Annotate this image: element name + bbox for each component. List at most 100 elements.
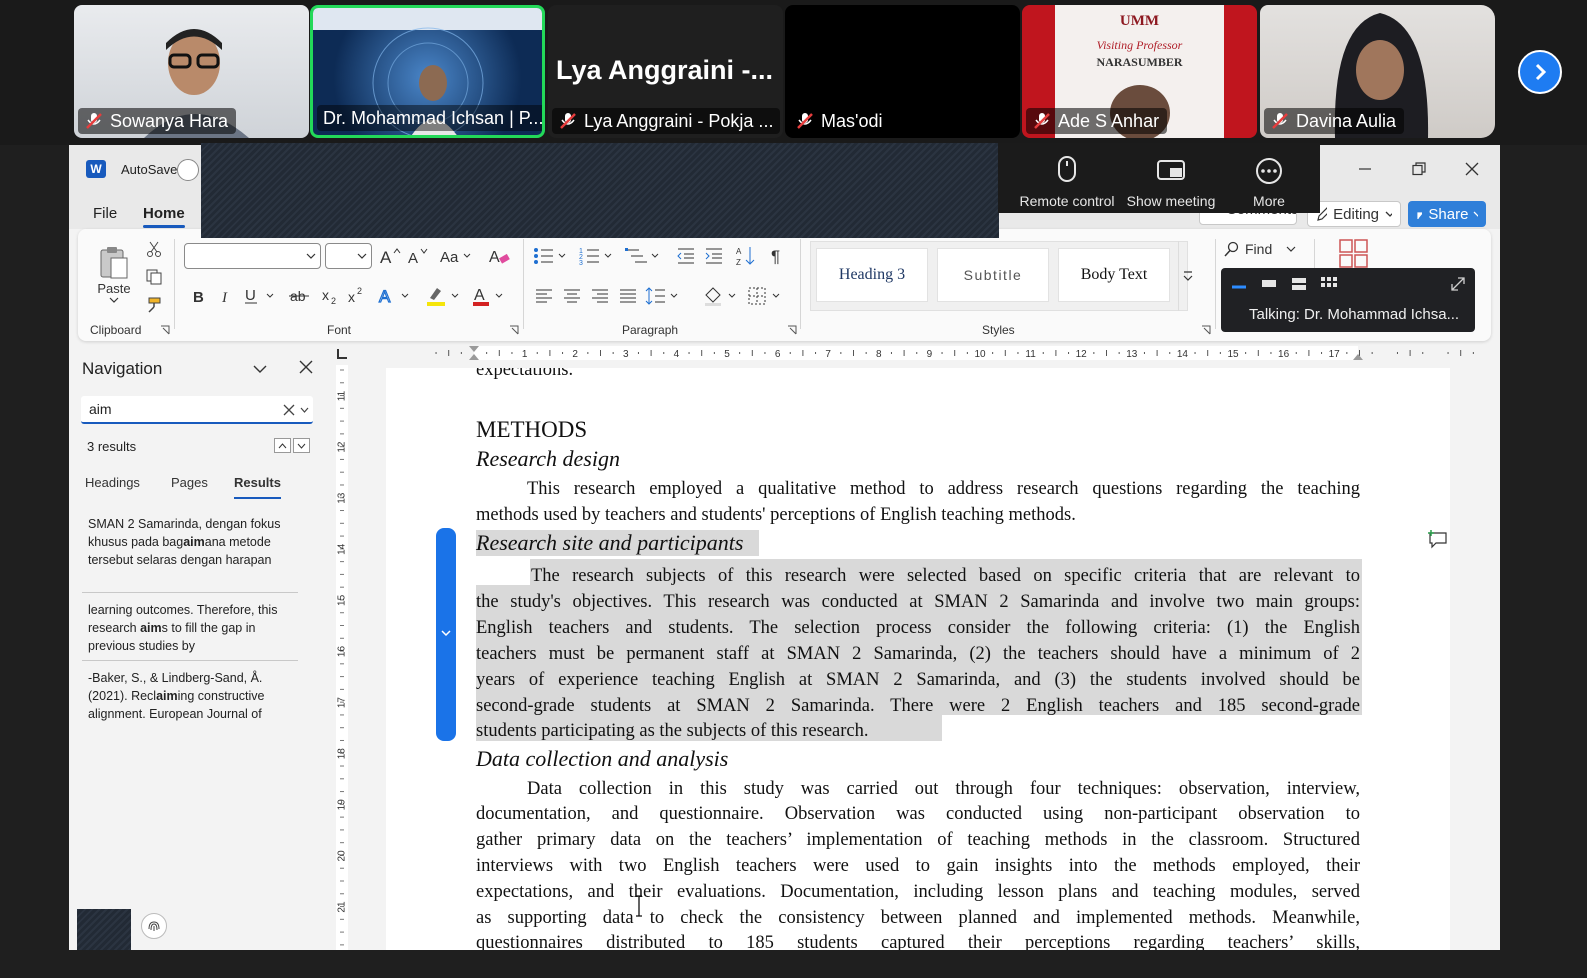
font-name-combobox[interactable] xyxy=(184,243,321,269)
bullets-button[interactable] xyxy=(532,243,570,269)
italic-button[interactable]: I xyxy=(216,285,238,307)
show-meeting-icon xyxy=(1157,160,1185,180)
justify-icon xyxy=(620,289,636,303)
numbering-button[interactable]: 123 xyxy=(578,243,616,269)
text-effects-button[interactable]: A xyxy=(376,285,414,307)
borders-button[interactable] xyxy=(746,285,784,307)
align-left-button[interactable] xyxy=(532,285,556,307)
highlight-color-button[interactable] xyxy=(424,285,464,307)
tab-selector[interactable] xyxy=(337,349,347,359)
participant-strip: Sowanya Hara Dr. Mohammad Ichsan | P... … xyxy=(0,0,1587,145)
chevron-down-icon[interactable] xyxy=(300,406,309,414)
tab-file[interactable]: File xyxy=(93,205,117,222)
find-button[interactable]: Find xyxy=(1224,237,1304,261)
addins-button[interactable] xyxy=(1336,239,1372,269)
speaker-view-icon[interactable] xyxy=(1289,276,1309,292)
participant-tile-active-speaker[interactable]: Dr. Mohammad Ichsan | P... xyxy=(310,5,545,138)
tab-home[interactable]: Home xyxy=(143,205,185,228)
search-result-item[interactable]: learning outcomes. Therefore, this resea… xyxy=(88,601,298,655)
new-comment-icon[interactable] xyxy=(1427,529,1449,549)
cut-button[interactable] xyxy=(144,239,164,259)
line-spacing-button[interactable] xyxy=(644,285,682,307)
more-button[interactable]: More xyxy=(1234,143,1304,213)
dialog-launcher-icon[interactable] xyxy=(160,325,170,335)
more-icon xyxy=(1256,158,1282,184)
format-painter-button[interactable] xyxy=(144,295,164,315)
show-formatting-marks-button[interactable]: ¶ xyxy=(766,243,790,269)
muted-mic-icon xyxy=(1272,113,1288,129)
gallery-view-icon[interactable] xyxy=(1319,275,1339,293)
body-text-line: Data collection in this study was carrie… xyxy=(527,779,1360,799)
superscript-button[interactable]: x2 xyxy=(346,285,368,307)
nav-tab-results[interactable]: Results xyxy=(234,475,281,499)
shrink-font-button[interactable]: A xyxy=(406,243,430,269)
bold-button[interactable]: B xyxy=(188,285,210,307)
participant-tile[interactable]: Lya Anggraini -... Lya Anggraini - Pokja… xyxy=(548,5,783,138)
minimize-video-icon[interactable] xyxy=(1229,276,1249,290)
show-meeting-button[interactable]: Show meeting xyxy=(1122,143,1220,213)
align-center-button[interactable] xyxy=(560,285,584,307)
ruler-label: 14 xyxy=(337,543,348,555)
navigation-search-input[interactable]: aim xyxy=(81,396,313,424)
search-result-item[interactable]: SMAN 2 Samarinda, dengan fokus khusus pa… xyxy=(88,515,298,569)
font-size-combobox[interactable] xyxy=(325,243,372,269)
copy-button[interactable] xyxy=(144,267,164,287)
chevron-down-icon[interactable] xyxy=(252,363,268,375)
clear-search-icon[interactable] xyxy=(283,404,295,416)
change-case-button[interactable]: Aa xyxy=(438,243,474,269)
grow-font-button[interactable]: A xyxy=(378,243,402,269)
sort-button[interactable]: AZ xyxy=(734,243,758,269)
ruler-label: 15 xyxy=(337,594,348,606)
shading-button[interactable] xyxy=(702,285,740,307)
nav-tab-pages[interactable]: Pages xyxy=(171,475,208,490)
previous-result-button[interactable] xyxy=(274,438,291,453)
close-window-button[interactable] xyxy=(1457,157,1487,181)
document-page[interactable]: expectations. METHODS Research design Th… xyxy=(386,368,1450,950)
justify-button[interactable] xyxy=(616,285,640,307)
participant-tile[interactable]: Mas'odi xyxy=(785,5,1020,138)
align-right-button[interactable] xyxy=(588,285,612,307)
next-result-button[interactable] xyxy=(293,438,310,453)
editing-mode-button[interactable]: Editing xyxy=(1307,201,1401,227)
autosave-toggle[interactable] xyxy=(177,159,199,181)
restore-button[interactable] xyxy=(1404,157,1434,181)
superscript-icon: x2 xyxy=(348,286,362,305)
participant-tile[interactable]: Sowanya Hara xyxy=(74,5,309,138)
dialog-launcher-icon[interactable] xyxy=(787,325,797,335)
text-cursor-icon xyxy=(636,895,642,917)
share-button[interactable]: Share xyxy=(1408,201,1486,227)
paste-button[interactable]: Paste xyxy=(92,239,136,309)
minimize-icon xyxy=(1359,168,1371,170)
style-body-text[interactable]: Body Text xyxy=(1058,248,1170,302)
participant-tile[interactable]: Davina Aulia xyxy=(1260,5,1495,138)
group-separator xyxy=(523,239,524,329)
svg-text:A: A xyxy=(379,287,391,306)
font-color-button[interactable]: A xyxy=(470,285,510,307)
clear-formatting-button[interactable]: A xyxy=(486,243,512,269)
hide-video-icon[interactable] xyxy=(1259,276,1279,290)
multilevel-list-button[interactable] xyxy=(624,243,662,269)
expand-icon[interactable] xyxy=(1449,275,1467,293)
minimize-button[interactable] xyxy=(1350,157,1380,181)
collapse-handle[interactable] xyxy=(436,528,456,741)
svg-text:A: A xyxy=(380,248,392,266)
increase-indent-button[interactable] xyxy=(702,243,726,269)
style-subtitle[interactable]: Subtitle xyxy=(937,248,1049,302)
remote-control-button[interactable]: Remote control xyxy=(1008,143,1126,213)
participant-name: Ade S Anhar xyxy=(1026,108,1168,134)
strikethrough-button[interactable]: ab xyxy=(288,285,312,307)
styles-more-button[interactable] xyxy=(1178,241,1196,311)
decrease-indent-button[interactable] xyxy=(674,243,698,269)
underline-button[interactable]: U xyxy=(242,285,278,307)
participant-tile[interactable]: UMM Visiting Professor NARASUMBER Ade S … xyxy=(1022,5,1257,138)
dialog-launcher-icon[interactable] xyxy=(1201,325,1211,335)
fingerprint-button[interactable] xyxy=(141,913,167,939)
active-speaker-mini-window[interactable]: Talking: Dr. Mohammad Ichsa... xyxy=(1221,268,1475,332)
dialog-launcher-icon[interactable] xyxy=(509,325,519,335)
close-icon[interactable] xyxy=(299,360,313,374)
style-heading-3[interactable]: Heading 3 xyxy=(816,248,928,302)
search-result-item[interactable]: -Baker, S., & Lindberg-Sand, Å. (2021). … xyxy=(88,669,298,723)
next-page-arrow-button[interactable] xyxy=(1518,50,1562,94)
subscript-button[interactable]: x2 xyxy=(320,285,342,307)
nav-tab-headings[interactable]: Headings xyxy=(85,475,140,490)
